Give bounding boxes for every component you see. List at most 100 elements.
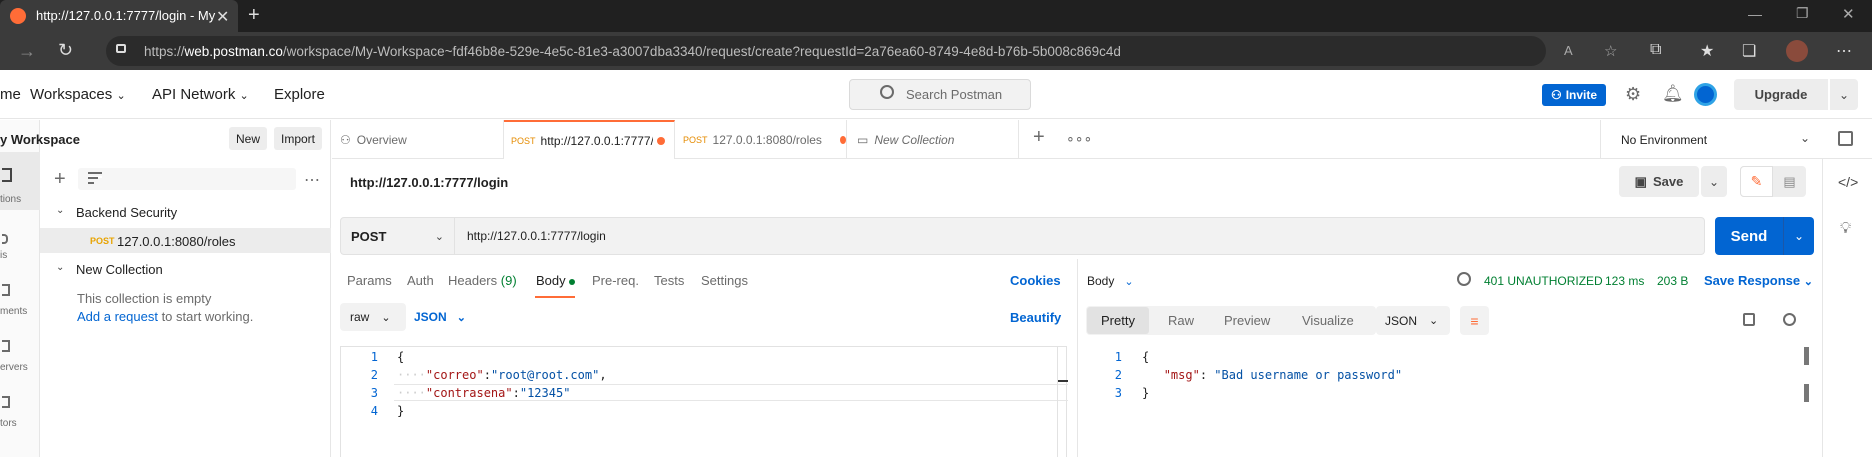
- save-button[interactable]: ▣ Save: [1619, 166, 1699, 197]
- response-line-3: }: [1142, 386, 1150, 400]
- view-preview[interactable]: Preview: [1224, 313, 1270, 328]
- invite-button[interactable]: ⚇ Invite: [1542, 84, 1606, 106]
- view-pretty[interactable]: Pretty: [1101, 313, 1135, 328]
- headers-count: (9): [500, 273, 517, 288]
- body-type-select[interactable]: raw ⌄: [340, 303, 406, 331]
- minimize-icon[interactable]: —: [1748, 6, 1762, 22]
- collection-new-collection[interactable]: New Collection: [76, 262, 163, 277]
- more-menu-icon[interactable]: ⋯: [1836, 41, 1852, 61]
- request-url-input[interactable]: http://127.0.0.1:7777/login: [467, 229, 606, 243]
- response-body-select[interactable]: Body ⌄: [1087, 274, 1134, 288]
- extensions-icon[interactable]: ⧉: [1650, 41, 1661, 59]
- request-title[interactable]: http://127.0.0.1:7777/login: [350, 175, 508, 190]
- request-body-editor[interactable]: [340, 346, 1067, 457]
- response-time[interactable]: 123 ms: [1605, 274, 1644, 288]
- tab-pre-request[interactable]: Pre-req.: [592, 273, 639, 288]
- request-roles[interactable]: 127.0.0.1:8080/roles: [117, 234, 236, 249]
- new-tab-icon[interactable]: +: [248, 4, 260, 27]
- view-visualize[interactable]: Visualize: [1302, 313, 1354, 328]
- comments-icon[interactable]: ▤: [1773, 166, 1806, 197]
- tab-login-request[interactable]: POST http://127.0.0.1:7777/lo: [504, 120, 675, 159]
- collections-icon[interactable]: ❏: [1742, 41, 1756, 61]
- chevron-down-icon: ⌄: [381, 311, 391, 324]
- tab-overview[interactable]: ⚇ Overview: [332, 120, 504, 159]
- line-number: 3: [1114, 386, 1122, 400]
- new-tab-icon[interactable]: +: [1033, 126, 1045, 149]
- user-avatar[interactable]: [1694, 83, 1717, 106]
- lock-icon[interactable]: [116, 44, 126, 53]
- scrollbar-thumb[interactable]: [1804, 347, 1809, 365]
- refresh-icon[interactable]: ↻: [58, 40, 73, 61]
- line-number: 2: [1114, 368, 1122, 382]
- save-icon: ▣: [1634, 173, 1647, 189]
- tab-params[interactable]: Params: [347, 273, 392, 288]
- favorites-icon[interactable]: ★: [1700, 41, 1714, 61]
- profile-avatar[interactable]: [1786, 40, 1808, 62]
- rail-label-apis: is: [0, 250, 8, 261]
- browser-tab-title: http://127.0.0.1:7777/login - My: [36, 8, 216, 23]
- close-window-icon[interactable]: ✕: [1842, 5, 1855, 23]
- response-format-select[interactable]: JSON ⌄: [1376, 306, 1450, 335]
- response-body-viewer[interactable]: [1085, 346, 1812, 457]
- add-collection-icon[interactable]: +: [54, 168, 66, 191]
- response-size[interactable]: 203 B: [1657, 274, 1688, 288]
- url-text[interactable]: https://web.postman.co/workspace/My-Work…: [144, 44, 1121, 59]
- response-status[interactable]: 401 UNAUTHORIZED: [1484, 274, 1603, 288]
- code-icon[interactable]: </>: [1838, 174, 1858, 190]
- save-response-button[interactable]: Save Response ⌄: [1704, 273, 1813, 288]
- import-button[interactable]: Import: [274, 127, 322, 150]
- upgrade-button[interactable]: Upgrade: [1734, 79, 1828, 110]
- copy-icon[interactable]: [1743, 313, 1755, 326]
- more-tabs-icon[interactable]: ∘∘∘: [1066, 130, 1092, 147]
- explore-link[interactable]: Explore: [274, 86, 325, 103]
- chevron-down-icon: ⌄: [239, 90, 249, 102]
- cookies-link[interactable]: Cookies: [1010, 273, 1061, 288]
- restore-icon[interactable]: ❐: [1796, 5, 1809, 22]
- chevron-down-icon[interactable]: ⌄: [1800, 131, 1810, 145]
- send-button[interactable]: Send ⌄: [1715, 217, 1814, 255]
- notifications-icon[interactable]: 🔔︎: [1662, 84, 1684, 104]
- monitors-icon[interactable]: [2, 396, 10, 408]
- view-raw[interactable]: Raw: [1168, 313, 1194, 328]
- read-aloud-icon[interactable]: A: [1564, 43, 1573, 58]
- apis-icon[interactable]: [2, 234, 8, 244]
- tab-headers[interactable]: Headers (9): [448, 273, 517, 288]
- filter-input[interactable]: [78, 168, 296, 190]
- tab-roles-request[interactable]: POST 127.0.0.1:8080/roles: [675, 120, 847, 159]
- body-language-select[interactable]: JSON ⌄: [414, 303, 474, 331]
- api-network-menu[interactable]: API Network ⌄: [152, 86, 249, 103]
- upgrade-dropdown[interactable]: ⌄: [1830, 79, 1858, 110]
- beautify-link[interactable]: Beautify: [1010, 310, 1061, 325]
- collection-backend-security[interactable]: Backend Security: [76, 205, 177, 220]
- mock-servers-icon[interactable]: [2, 340, 10, 352]
- new-button[interactable]: New: [229, 127, 267, 150]
- forward-icon[interactable]: →: [18, 41, 36, 62]
- tab-settings[interactable]: Settings: [701, 273, 748, 288]
- environments-icon[interactable]: [2, 284, 10, 296]
- edit-mode-button[interactable]: ✎: [1740, 166, 1773, 197]
- workspace-title[interactable]: y Workspace: [0, 132, 80, 147]
- chevron-down-icon[interactable]: ⌄: [56, 262, 64, 273]
- add-request-link[interactable]: Add a request: [77, 309, 158, 324]
- info-bulb-icon[interactable]: 💡︎: [1840, 220, 1851, 238]
- settings-icon[interactable]: ⚙: [1625, 84, 1641, 105]
- home-link[interactable]: me: [0, 86, 21, 103]
- tab-auth[interactable]: Auth: [407, 273, 434, 288]
- workspaces-menu[interactable]: Workspaces ⌄: [30, 86, 126, 103]
- tab-body[interactable]: Body: [536, 273, 576, 288]
- panel-divider[interactable]: [1077, 259, 1078, 457]
- wrap-lines-icon[interactable]: ≡: [1460, 306, 1489, 335]
- chevron-down-icon[interactable]: ⌄: [56, 205, 64, 216]
- search-icon[interactable]: [1783, 313, 1796, 326]
- method-select[interactable]: POST ⌄: [341, 218, 455, 254]
- response-line-2: "msg": "Bad username or password": [1163, 368, 1403, 382]
- globe-icon[interactable]: [1457, 272, 1471, 286]
- tab-new-collection[interactable]: ▭ New Collection: [847, 120, 1019, 159]
- close-tab-icon[interactable]: ✕: [216, 7, 229, 27]
- more-options-icon[interactable]: ⋯: [304, 170, 320, 190]
- favorites-add-icon[interactable]: ☆: [1604, 42, 1617, 60]
- tab-tests[interactable]: Tests: [654, 273, 684, 288]
- environment-quick-look-icon[interactable]: [1838, 131, 1853, 146]
- browser-tab-strip: [0, 0, 1872, 32]
- save-dropdown[interactable]: ⌄: [1701, 166, 1727, 197]
